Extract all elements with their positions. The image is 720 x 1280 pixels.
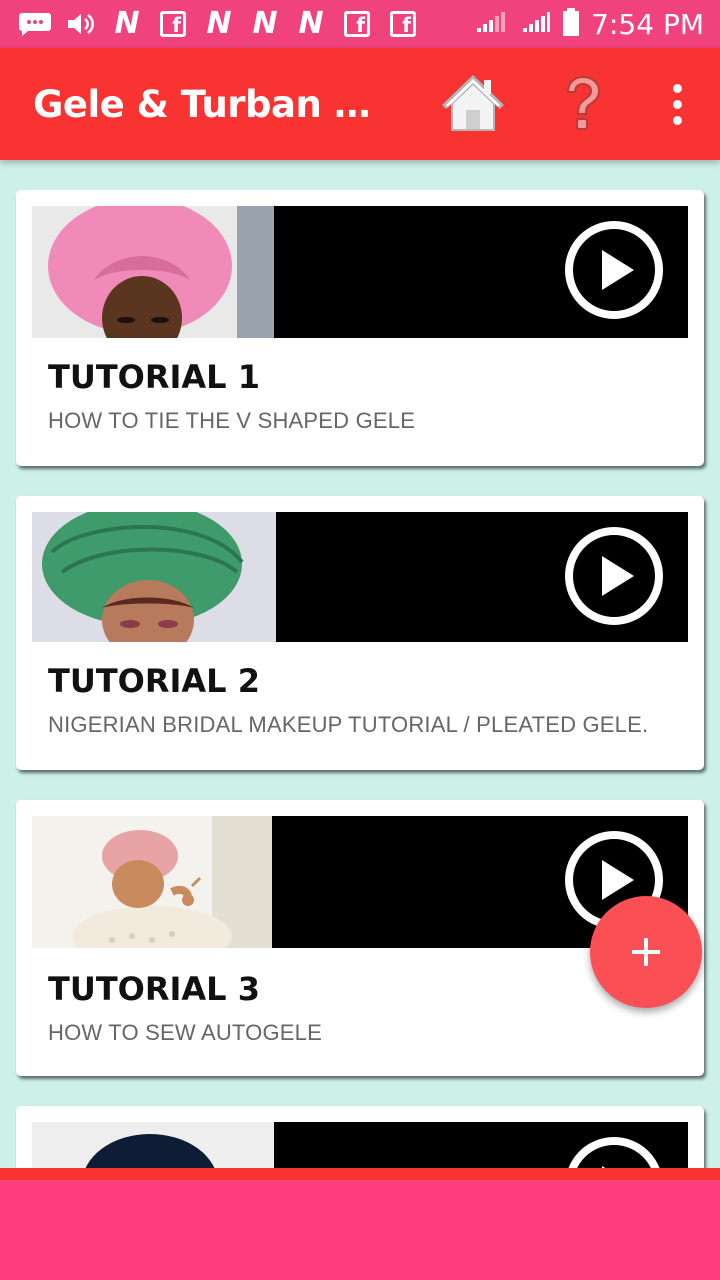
play-icon[interactable] [564, 1136, 664, 1170]
tutorial-title: TUTORIAL 1 [48, 358, 260, 396]
message-icon [18, 10, 52, 38]
tutorial-list[interactable]: TUTORIAL 1 HOW TO TIE THE V SHAPED GELE [0, 160, 720, 1170]
home-button[interactable] [440, 72, 506, 134]
thumbnail-photo [32, 816, 272, 948]
more-vert-icon [672, 83, 682, 93]
bottom-banner [0, 1168, 720, 1280]
notification-n-icon: N [298, 6, 324, 41]
tutorial-title: TUTORIAL 2 [48, 662, 260, 700]
help-question-icon [566, 75, 601, 130]
facebook-icon: f [386, 10, 420, 38]
play-icon[interactable] [564, 220, 664, 320]
plus-icon [632, 938, 660, 966]
status-bar: N f N N N f f 7:54 PM [0, 0, 720, 48]
help-button[interactable] [560, 74, 606, 134]
clock: 7:54 PM [591, 7, 704, 41]
signal-icon [521, 10, 551, 39]
battery-icon [561, 7, 581, 42]
thumbnail-photo [32, 512, 276, 642]
volume-icon [64, 10, 98, 38]
tutorial-card-2[interactable]: TUTORIAL 2 NIGERIAN BRIDAL MAKEUP TUTORI… [16, 496, 704, 770]
facebook-icon: f [340, 10, 374, 38]
tutorial-card-1[interactable]: TUTORIAL 1 HOW TO TIE THE V SHAPED GELE [16, 190, 704, 466]
add-fab-button[interactable] [590, 896, 702, 1008]
notification-n-icon: N [206, 6, 232, 41]
notification-icons: N f N N N f f [18, 6, 475, 41]
tutorial-subtitle: NIGERIAN BRIDAL MAKEUP TUTORIAL / PLEATE… [48, 712, 649, 737]
video-thumbnail[interactable] [32, 512, 688, 642]
play-icon[interactable] [564, 526, 664, 626]
app-title: Gele & Turban Tut... [33, 82, 383, 126]
home-icon [442, 75, 504, 131]
app-bar: Gele & Turban Tut... [0, 48, 720, 160]
tutorial-title: TUTORIAL 3 [48, 970, 260, 1008]
tutorial-card-4[interactable] [16, 1106, 704, 1170]
overflow-menu-button[interactable] [660, 78, 694, 130]
thumbnail-photo [32, 1122, 274, 1170]
video-thumbnail[interactable] [32, 206, 688, 338]
facebook-icon: f [156, 10, 190, 38]
notification-n-icon: N [252, 6, 278, 41]
video-thumbnail[interactable] [32, 816, 688, 948]
video-thumbnail[interactable] [32, 1122, 688, 1170]
signal-icon [475, 10, 511, 39]
notification-n-icon: N [114, 6, 140, 41]
tutorial-subtitle: HOW TO TIE THE V SHAPED GELE [48, 408, 416, 433]
tutorial-subtitle: HOW TO SEW AUTOGELE [48, 1020, 322, 1045]
thumbnail-photo [32, 206, 274, 338]
